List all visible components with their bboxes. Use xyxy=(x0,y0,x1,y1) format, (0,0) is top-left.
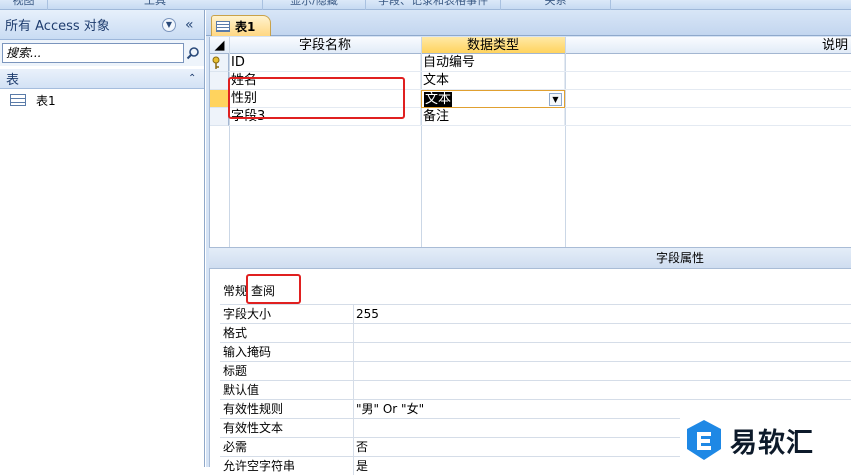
property-row[interactable]: 标题 xyxy=(220,361,851,380)
property-label: 必需 xyxy=(220,438,354,456)
nav-pane-header[interactable]: 所有 Access 对象 ▼ « xyxy=(0,10,204,40)
watermark: 易软汇 xyxy=(680,413,851,467)
description-cell[interactable] xyxy=(565,72,851,90)
annotation-box xyxy=(246,274,301,304)
table-icon xyxy=(10,94,26,106)
nav-item-table1[interactable]: 表1 xyxy=(0,89,204,111)
property-label: 默认值 xyxy=(220,381,354,399)
field-name-cell[interactable]: ID xyxy=(229,54,421,72)
table-icon xyxy=(216,20,230,32)
design-grid: ◢ 字段名称 数据类型 说明 ID 自动编号 姓名 文本 性别 文本 ▼ 字段3… xyxy=(209,37,851,247)
description-cell[interactable] xyxy=(565,90,851,108)
chevron-up-icon[interactable]: ⌃ xyxy=(188,73,204,84)
nav-item-label: 表1 xyxy=(36,93,56,108)
property-value[interactable] xyxy=(354,381,851,399)
property-label: 有效性规则 xyxy=(220,400,354,418)
ribbon-strip: 视图 工具 显示/隐藏 字段、记录和表格事件 关系 xyxy=(0,0,851,10)
search-icon[interactable] xyxy=(184,43,202,63)
watermark-text: 易软汇 xyxy=(730,427,814,459)
column-header-description: 说明 xyxy=(565,37,851,54)
row-selector[interactable] xyxy=(210,54,229,72)
description-cell[interactable] xyxy=(565,108,851,126)
navigation-pane: 所有 Access 对象 ▼ « 搜索... 表 ⌃ 表1 xyxy=(0,10,205,467)
field-properties-title: 字段属性 xyxy=(209,247,851,269)
nav-group-tables[interactable]: 表 ⌃ xyxy=(0,69,204,89)
selected-type-text: 文本 xyxy=(424,92,453,107)
nav-pane-title[interactable]: 所有 Access 对象 xyxy=(5,15,162,34)
brand-logo-icon xyxy=(687,420,721,460)
property-value[interactable]: 255 xyxy=(354,305,851,323)
data-type-select[interactable]: 文本 ▼ xyxy=(421,90,565,108)
property-label: 标题 xyxy=(220,362,354,380)
column-header-data-type: 数据类型 xyxy=(421,37,565,54)
column-header-field-name: 字段名称 xyxy=(229,37,421,54)
chevron-down-icon[interactable]: ▼ xyxy=(162,17,176,32)
property-label: 格式 xyxy=(220,324,354,342)
nav-search: 搜索... xyxy=(0,40,204,66)
annotation-box xyxy=(228,77,405,119)
property-label: 允许空字符串 xyxy=(220,457,354,475)
collapse-pane-icon[interactable]: « xyxy=(185,17,199,33)
property-value[interactable] xyxy=(354,324,851,342)
ribbon-group-view[interactable]: 视图 xyxy=(0,0,48,10)
document-tabstrip: 表1 xyxy=(206,10,851,36)
property-row[interactable]: 输入掩码 xyxy=(220,342,851,361)
property-value[interactable] xyxy=(354,362,851,380)
tab-label: 表1 xyxy=(235,19,256,34)
nav-group-label: 表 xyxy=(6,73,20,88)
property-value[interactable] xyxy=(354,343,851,361)
document-area: 表1 ◢ 字段名称 数据类型 说明 ID 自动编号 姓名 文本 性别 文本 ▼ … xyxy=(206,10,851,475)
row-selector-current[interactable] xyxy=(210,90,229,108)
data-type-cell[interactable]: 自动编号 xyxy=(421,54,565,72)
chevron-down-icon[interactable]: ▼ xyxy=(549,93,562,106)
search-input[interactable]: 搜索... xyxy=(2,43,184,63)
grid-corner[interactable]: ◢ xyxy=(210,37,229,54)
property-label: 有效性文本 xyxy=(220,419,354,437)
property-label: 字段大小 xyxy=(220,305,354,323)
property-row[interactable]: 字段大小 255 xyxy=(220,304,851,323)
data-type-cell[interactable]: 备注 xyxy=(421,108,565,126)
data-type-cell[interactable]: 文本 xyxy=(421,72,565,90)
row-selector[interactable] xyxy=(210,108,229,126)
ribbon-group-show-hide[interactable]: 显示/隐藏 xyxy=(263,0,366,10)
ribbon-group-relations[interactable]: 关系 xyxy=(501,0,611,10)
property-row[interactable]: 格式 xyxy=(220,323,851,342)
row-selector[interactable] xyxy=(210,72,229,90)
property-label: 输入掩码 xyxy=(220,343,354,361)
ribbon-group-events[interactable]: 字段、记录和表格事件 xyxy=(366,0,501,10)
primary-key-icon xyxy=(212,56,220,69)
property-row[interactable]: 默认值 xyxy=(220,380,851,399)
tab-table1[interactable]: 表1 xyxy=(211,15,271,36)
ribbon-group-tools[interactable]: 工具 xyxy=(48,0,263,10)
description-cell[interactable] xyxy=(565,54,851,72)
